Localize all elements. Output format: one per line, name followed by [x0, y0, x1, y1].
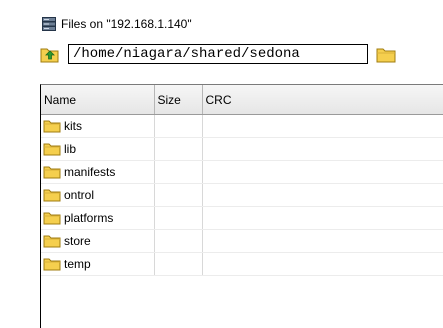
folder-icon — [43, 166, 61, 179]
header: Files on "192.168.1.140" — [42, 16, 192, 32]
file-crc — [202, 183, 443, 207]
column-header-size[interactable]: Size — [154, 85, 203, 115]
column-header-name[interactable]: Name — [41, 85, 155, 115]
table-row[interactable]: manifests — [41, 160, 443, 184]
folder-icon — [43, 143, 61, 156]
folder-icon — [43, 258, 61, 271]
table-row[interactable]: temp — [41, 252, 443, 276]
page-title: Files on "192.168.1.140" — [61, 17, 192, 31]
table-header-row: Name Size CRC — [41, 85, 443, 115]
file-crc — [202, 114, 443, 138]
table-row[interactable]: platforms — [41, 206, 443, 230]
file-name: lib — [64, 142, 77, 156]
file-size — [154, 137, 203, 161]
file-crc — [202, 252, 443, 276]
file-browser-panel: Files on "192.168.1.140" Name Size CRC — [16, 0, 443, 328]
table-row[interactable]: kits — [41, 114, 443, 138]
file-name: store — [64, 234, 91, 248]
table-row[interactable]: ontrol — [41, 183, 443, 207]
column-header-crc[interactable]: CRC — [202, 85, 443, 115]
file-size — [154, 160, 203, 184]
file-size — [154, 114, 203, 138]
folder-icon — [376, 48, 396, 62]
folder-icon — [43, 189, 61, 202]
file-crc — [202, 229, 443, 253]
file-crc — [202, 206, 443, 230]
file-size — [154, 229, 203, 253]
table-row[interactable]: lib — [41, 137, 443, 161]
folder-icon — [43, 235, 61, 248]
folder-icon — [43, 212, 61, 225]
file-size — [154, 252, 203, 276]
file-size — [154, 183, 203, 207]
file-name: temp — [64, 257, 91, 271]
path-input[interactable] — [68, 44, 368, 64]
folder-up-icon — [40, 48, 59, 63]
file-crc — [202, 160, 443, 184]
file-name: platforms — [64, 211, 114, 225]
path-bar — [40, 42, 397, 66]
folder-up-button[interactable] — [40, 44, 60, 64]
file-name: kits — [64, 119, 82, 133]
file-name: ontrol — [64, 188, 95, 202]
server-icon — [42, 17, 56, 31]
folder-icon — [43, 120, 61, 133]
file-name: manifests — [64, 165, 116, 179]
file-size — [154, 206, 203, 230]
browse-folder-button[interactable] — [375, 44, 397, 64]
file-table: Name Size CRC kits lib manifests ontrol … — [40, 84, 443, 328]
file-crc — [202, 137, 443, 161]
table-row[interactable]: store — [41, 229, 443, 253]
